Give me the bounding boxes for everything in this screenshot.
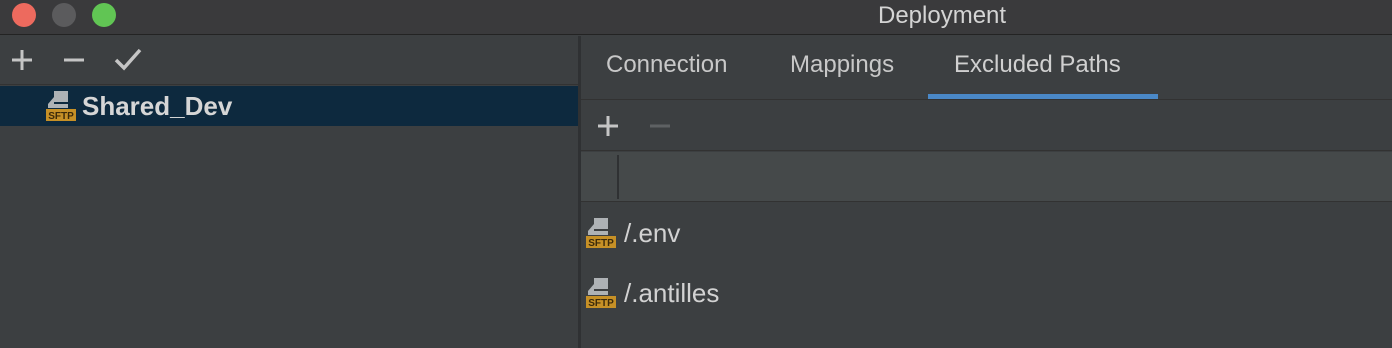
settings-tabs: Connection Mappings Excluded Paths xyxy=(581,36,1392,100)
server-list-panel: SFTP Shared_Dev xyxy=(0,36,578,348)
maximize-window-button[interactable] xyxy=(92,3,116,27)
minus-icon xyxy=(64,58,84,62)
server-list-item-shared-dev[interactable]: SFTP Shared_Dev xyxy=(0,86,578,126)
tab-mappings[interactable]: Mappings xyxy=(790,50,894,80)
sftp-server-icon: SFTP xyxy=(586,218,616,249)
excluded-path-row[interactable]: SFTP /.env xyxy=(581,203,1392,263)
minus-icon xyxy=(650,124,670,128)
plus-icon xyxy=(12,50,32,70)
plus-icon xyxy=(598,116,618,136)
excluded-path-text: /.antilles xyxy=(624,278,720,308)
active-tab-indicator xyxy=(928,94,1158,99)
title-bar: Deployment xyxy=(0,0,1392,35)
use-as-default-button[interactable] xyxy=(114,46,142,74)
close-window-button[interactable] xyxy=(12,3,36,27)
tab-connection[interactable]: Connection xyxy=(606,50,727,80)
sftp-server-icon: SFTP xyxy=(46,91,76,122)
svg-text:SFTP: SFTP xyxy=(588,238,614,249)
checkmark-icon xyxy=(114,48,142,71)
remove-excluded-path-button[interactable] xyxy=(647,113,673,139)
sftp-server-icon: SFTP xyxy=(586,278,616,309)
column-separator[interactable] xyxy=(617,155,619,199)
window-title: Deployment xyxy=(878,2,1007,29)
server-name: Shared_Dev xyxy=(82,91,233,121)
svg-text:SFTP: SFTP xyxy=(48,111,74,122)
server-settings-panel: Connection Mappings Excluded Paths SFTP xyxy=(581,36,1392,348)
minimize-window-button[interactable] xyxy=(52,3,76,27)
remove-server-button[interactable] xyxy=(62,46,88,74)
excluded-path-text: /.env xyxy=(624,218,681,248)
add-excluded-path-button[interactable] xyxy=(595,113,621,139)
excluded-paths-table-header xyxy=(581,152,1392,202)
excluded-paths-toolbar xyxy=(581,101,1392,151)
svg-text:SFTP: SFTP xyxy=(588,298,614,309)
add-server-button[interactable] xyxy=(10,46,36,74)
tab-excluded-paths[interactable]: Excluded Paths xyxy=(954,50,1121,80)
excluded-path-row[interactable]: SFTP /.antilles xyxy=(581,263,1392,323)
server-list-toolbar xyxy=(0,36,578,85)
